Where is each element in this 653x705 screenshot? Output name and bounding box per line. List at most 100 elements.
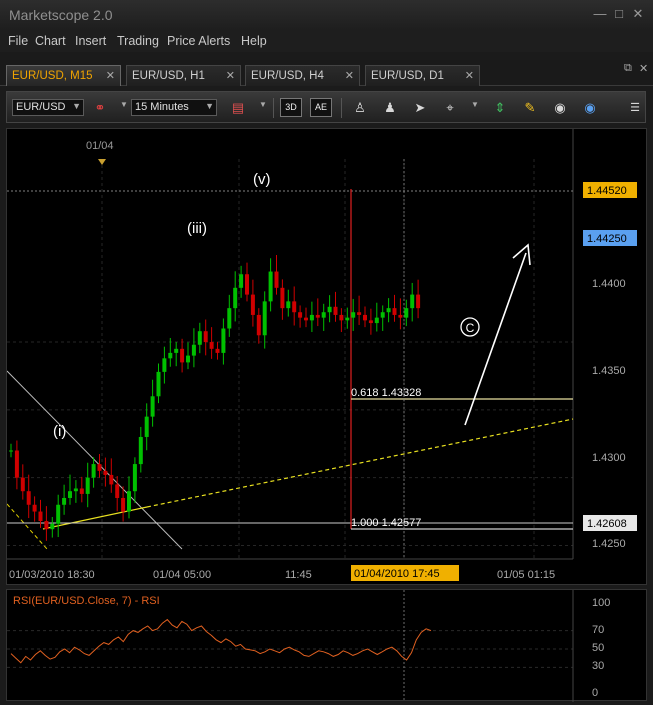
fib-0618-label: 0.618 1.43328 [351,387,421,399]
menu-trading[interactable]: Trading [117,34,159,48]
candle-body [44,521,49,530]
chevron-down-icon[interactable]: ▼ [120,100,128,109]
minimize-icon[interactable]: — [593,7,607,21]
candle-body [68,491,72,498]
support-line-extension[interactable] [146,418,574,508]
close-icon[interactable]: ✕ [106,69,115,82]
time-tick-label: 01/04 05:00 [153,569,211,581]
menu-price-alerts[interactable]: Price Alerts [167,34,230,48]
close-icon[interactable]: ✕ [631,7,645,21]
restore-icon[interactable]: ⧉ [624,62,636,74]
candle-body [85,477,90,494]
zoom-in-icon[interactable]: ♙ [351,99,369,117]
timeframe-select[interactable]: 15 Minutes ▼ [131,99,217,116]
price-tick-label: 1.4400 [592,278,626,290]
date-marker-triangle[interactable] [98,159,106,165]
wave-label-iii: (iii) [187,220,207,237]
candle-body [392,308,397,315]
candle-body [380,312,385,318]
candle-body [309,314,314,321]
arrowhead-icon [512,243,531,266]
candle-body [239,274,244,288]
tab-label: EUR/USD, H1 [132,70,205,82]
ae-button[interactable]: AE [310,98,332,117]
tab-eurusd-d1[interactable]: EUR/USD, D1 ✕ [365,65,480,86]
menu-insert[interactable]: Insert [75,34,106,48]
candle-body [233,287,238,309]
candle-body [121,497,126,512]
chevron-down-icon: ▼ [72,101,81,111]
chart-type-icon[interactable]: ▤ [229,99,247,117]
candle-body [374,317,379,324]
candle-body [363,314,367,321]
candle-body [132,464,137,492]
candle-body [79,488,84,494]
toolbar-separator [273,98,274,118]
candle-body [280,287,285,309]
price-chart[interactable]: 01/04 0.618 1.43328 1.000 1.42577 (i) (i… [6,128,647,585]
candle-body [14,450,19,478]
wave-label-c: C [466,321,475,335]
candle-body [150,396,155,417]
rsi-line [10,618,432,664]
rsi-tick-label: 50 [592,642,604,654]
candle-body [416,294,421,309]
tab-eurusd-h1[interactable]: EUR/USD, H1 ✕ [126,65,241,86]
cursor-icon[interactable]: ➤ [411,99,429,117]
close-icon[interactable]: ✕ [226,69,235,82]
rsi-panel[interactable]: RSI(EUR/USD.Close, 7) - RSI 100 70 50 30… [6,589,647,702]
candle-body [304,317,308,321]
rsi-grid [7,630,573,668]
toolbar-separator [341,98,342,118]
candle-body [162,358,167,372]
current-price-label: 1.44250 [587,233,627,245]
candle-body [109,474,114,485]
more-icon[interactable]: ☰ [626,99,644,117]
downtrend-line[interactable] [6,370,183,550]
candle-body [245,274,249,295]
candle-body [156,371,161,397]
crosshair-icon[interactable]: ⌖ [441,99,459,117]
candle-body [321,312,326,318]
chart-tabs: EUR/USD, M15 ✕ EUR/USD, H1 ✕ EUR/USD, H4… [0,60,653,86]
wave-label-i: (i) [53,423,66,440]
candle-body [262,301,267,336]
close-icon[interactable]: ✕ [639,62,651,75]
instrument-select[interactable]: EUR/USD ▼ [12,99,84,116]
time-highlight-label: 01/04/2010 17:45 [354,568,440,580]
time-tick-label: 11:45 [285,569,312,581]
tab-eurusd-m15[interactable]: EUR/USD, M15 ✕ [6,65,121,86]
wave-label-v: (v) [253,171,271,188]
candle-body [50,523,55,530]
pencil-icon[interactable]: ✎ [521,99,539,117]
eye-icon[interactable]: ◉ [551,99,569,117]
menu-help[interactable]: Help [241,34,267,48]
candle-body [91,464,96,478]
link-icon[interactable]: ⚭ [91,99,109,117]
candle-body [191,344,196,356]
close-icon[interactable]: ✕ [465,69,474,82]
chevron-down-icon[interactable]: ▼ [259,100,267,109]
candle-body [345,317,350,321]
restore-icon[interactable]: □ [612,7,626,21]
tab-eurusd-h4[interactable]: EUR/USD, H4 ✕ [245,65,360,86]
menu-file[interactable]: File [8,34,28,48]
candle-body [203,331,208,343]
candle-body [410,294,415,309]
chevron-down-icon[interactable]: ▼ [471,100,479,109]
candle-body [209,342,214,349]
3d-button[interactable]: 3D [280,98,302,117]
zoom-out-icon[interactable]: ♟ [381,99,399,117]
candle-body [168,352,173,359]
menu-bar: File Chart Insert Trading Price Alerts H… [0,30,653,52]
candle-body [20,477,25,492]
low-price-label: 1.42608 [587,518,627,530]
rsi-tick-label: 0 [592,687,598,699]
globe-icon[interactable]: ◉ [581,99,599,117]
menu-chart[interactable]: Chart [35,34,66,48]
tab-label: EUR/USD, H4 [251,70,324,82]
timeframe-value: 15 Minutes [135,101,189,113]
indicator-icon[interactable]: ⇕ [491,99,509,117]
close-icon[interactable]: ✕ [345,69,354,82]
candle-body [115,484,120,498]
